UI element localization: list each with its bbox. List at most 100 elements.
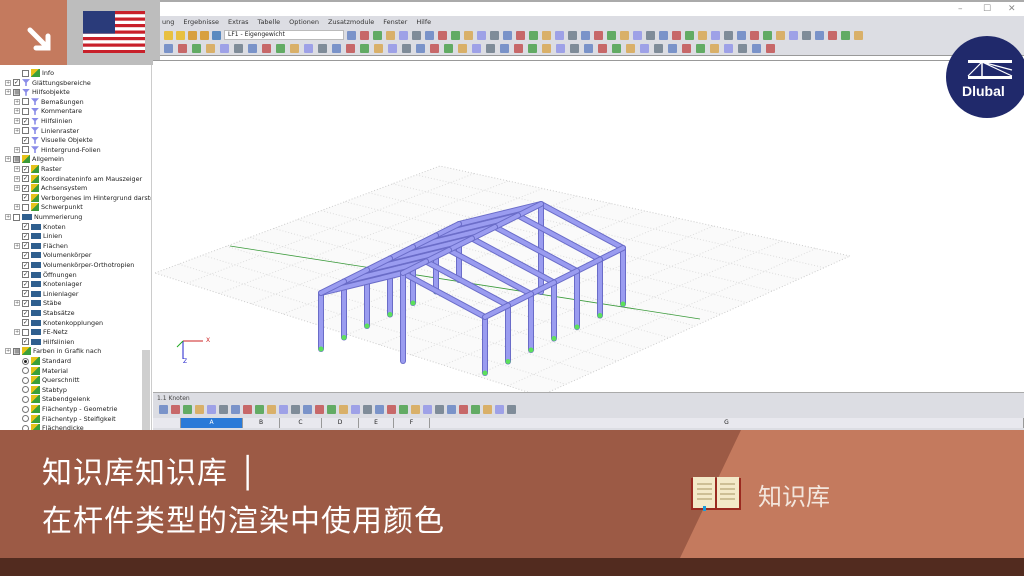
checkbox[interactable]: ✓ (13, 79, 20, 87)
expand-icon[interactable]: + (5, 156, 11, 163)
toolbar-button-icon[interactable] (542, 30, 551, 40)
column-header[interactable]: A (181, 418, 243, 428)
tree-item[interactable]: + ✓ Koordinateninfo am Mauszeiger (14, 174, 142, 184)
toolbar-button-icon[interactable] (646, 30, 655, 40)
expand-icon[interactable]: + (14, 166, 20, 172)
tree-item[interactable]: + ✓ Flächen (14, 241, 68, 251)
toolbar-button-icon[interactable] (303, 405, 312, 414)
toolbar-button-icon[interactable] (451, 30, 460, 40)
toolbar-button-icon[interactable] (685, 30, 694, 40)
maximize-button[interactable]: ☐ (983, 4, 991, 14)
language-tile[interactable] (67, 0, 160, 65)
toolbar-button-icon[interactable] (373, 30, 382, 40)
tree-item[interactable]: +✓Knotenkopplungen (14, 318, 103, 328)
checkbox[interactable] (22, 107, 29, 115)
menu-item[interactable]: Extras (228, 18, 249, 26)
toolbar-button-icon[interactable] (444, 44, 453, 53)
expand-icon[interactable]: + (14, 329, 20, 336)
toolbar-button-icon[interactable] (620, 30, 629, 40)
toolbar-button-icon[interactable] (304, 44, 313, 53)
tree-item[interactable]: + Schwerpunkt (14, 202, 83, 212)
toolbar-button-icon[interactable] (412, 30, 421, 40)
toolbar-button-icon[interactable] (607, 30, 616, 40)
toolbar-button-icon[interactable] (262, 44, 271, 53)
toolbar-button-icon[interactable] (290, 44, 299, 53)
tree-item[interactable]: + Hintergrund-Folien (14, 145, 101, 155)
expand-icon[interactable]: + (14, 242, 20, 249)
toolbar-button-icon[interactable] (542, 44, 551, 53)
toolbar-button-icon[interactable] (279, 405, 288, 414)
tree-item[interactable]: + ✓ Glättungsbereiche (5, 78, 91, 88)
toolbar-button-icon[interactable] (220, 44, 229, 53)
column-header[interactable]: B (243, 418, 280, 428)
tree-item[interactable]: + Bemaßungen (14, 97, 84, 107)
checkbox[interactable]: ✓ (22, 290, 29, 298)
radio-button[interactable] (22, 415, 29, 423)
checkbox[interactable]: ✓ (22, 271, 29, 279)
toolbar-button-icon[interactable] (516, 30, 525, 40)
column-header[interactable]: F (394, 418, 430, 428)
menu-item[interactable]: Ergebnisse (183, 18, 219, 26)
checkbox[interactable]: ■ (13, 155, 20, 163)
toolbar-button-icon[interactable] (654, 44, 663, 53)
close-button[interactable]: ✕ (1008, 4, 1016, 14)
toolbar-button-icon[interactable] (711, 30, 720, 40)
toolbar-button-icon[interactable] (789, 30, 798, 40)
toolbar-button-icon[interactable] (363, 405, 372, 414)
column-header[interactable]: D (322, 418, 359, 428)
menu-item[interactable]: ung (162, 18, 174, 26)
toolbar-button-icon[interactable] (388, 44, 397, 53)
tree-item[interactable]: +Material (14, 366, 68, 376)
3d-viewport[interactable]: X Z (153, 60, 1024, 397)
toolbar-button-icon[interactable] (724, 44, 733, 53)
toolbar-button-icon[interactable] (206, 44, 215, 53)
toolbar-button-icon[interactable] (248, 44, 257, 53)
checkbox[interactable]: ✓ (22, 232, 29, 240)
dlubal-logo[interactable]: Dlubal (946, 36, 1024, 118)
toolbar-button-icon[interactable] (570, 44, 579, 53)
expand-icon[interactable]: + (14, 146, 20, 153)
radio-button[interactable] (22, 357, 29, 365)
toolbar-button-icon[interactable] (267, 405, 276, 414)
tree-item[interactable]: + FE-Netz (14, 327, 68, 337)
toolbar-button-icon[interactable] (568, 30, 577, 40)
toolbar-button-icon[interactable] (164, 44, 173, 53)
radio-button[interactable] (22, 405, 29, 413)
toolbar-button-icon[interactable] (183, 405, 192, 414)
tree-item[interactable]: +✓Hilfslinien (14, 337, 74, 347)
toolbar-button-icon[interactable] (633, 30, 642, 40)
toolbar-button-icon[interactable] (828, 30, 837, 40)
menu-item[interactable]: Tabelle (258, 18, 281, 26)
toolbar-button-icon[interactable] (640, 44, 649, 53)
expand-icon[interactable]: + (14, 300, 20, 307)
toolbar-button-icon[interactable] (464, 30, 473, 40)
view-icon[interactable] (188, 30, 197, 40)
toolbar-button-icon[interactable] (438, 30, 447, 40)
tree-item[interactable]: +Info (14, 68, 54, 78)
toolbar-button-icon[interactable] (447, 405, 456, 414)
toolbar-button-icon[interactable] (495, 405, 504, 414)
toolbar-button-icon[interactable] (234, 44, 243, 53)
menu-item[interactable]: Fenster (383, 18, 407, 26)
tree-item[interactable]: + ■ Farben in Grafik nach (5, 346, 101, 356)
toolbar-button-icon[interactable] (490, 30, 499, 40)
toolbar-button-icon[interactable] (243, 405, 252, 414)
toolbar-button-icon[interactable] (556, 44, 565, 53)
checkbox[interactable] (22, 127, 29, 135)
toolbar-button-icon[interactable] (399, 405, 408, 414)
toolbar-button-icon[interactable] (430, 44, 439, 53)
column-header[interactable]: E (359, 418, 394, 428)
toolbar-button-icon[interactable] (276, 44, 285, 53)
toolbar-button-icon[interactable] (500, 44, 509, 53)
toolbar-button-icon[interactable] (171, 405, 180, 414)
open-icon[interactable] (164, 30, 173, 40)
checkbox[interactable]: ✓ (22, 280, 29, 288)
tree-item[interactable]: +✓Knotenlager (14, 279, 82, 289)
toolbar-button-icon[interactable] (347, 30, 356, 40)
tree-item[interactable]: + ✓ Stäbe (14, 298, 61, 308)
toolbar-button-icon[interactable] (594, 30, 603, 40)
checkbox[interactable]: ✓ (22, 194, 29, 202)
toolbar-button-icon[interactable] (752, 44, 761, 53)
toolbar-button-icon[interactable] (483, 405, 492, 414)
toolbar-button-icon[interactable] (776, 30, 785, 40)
